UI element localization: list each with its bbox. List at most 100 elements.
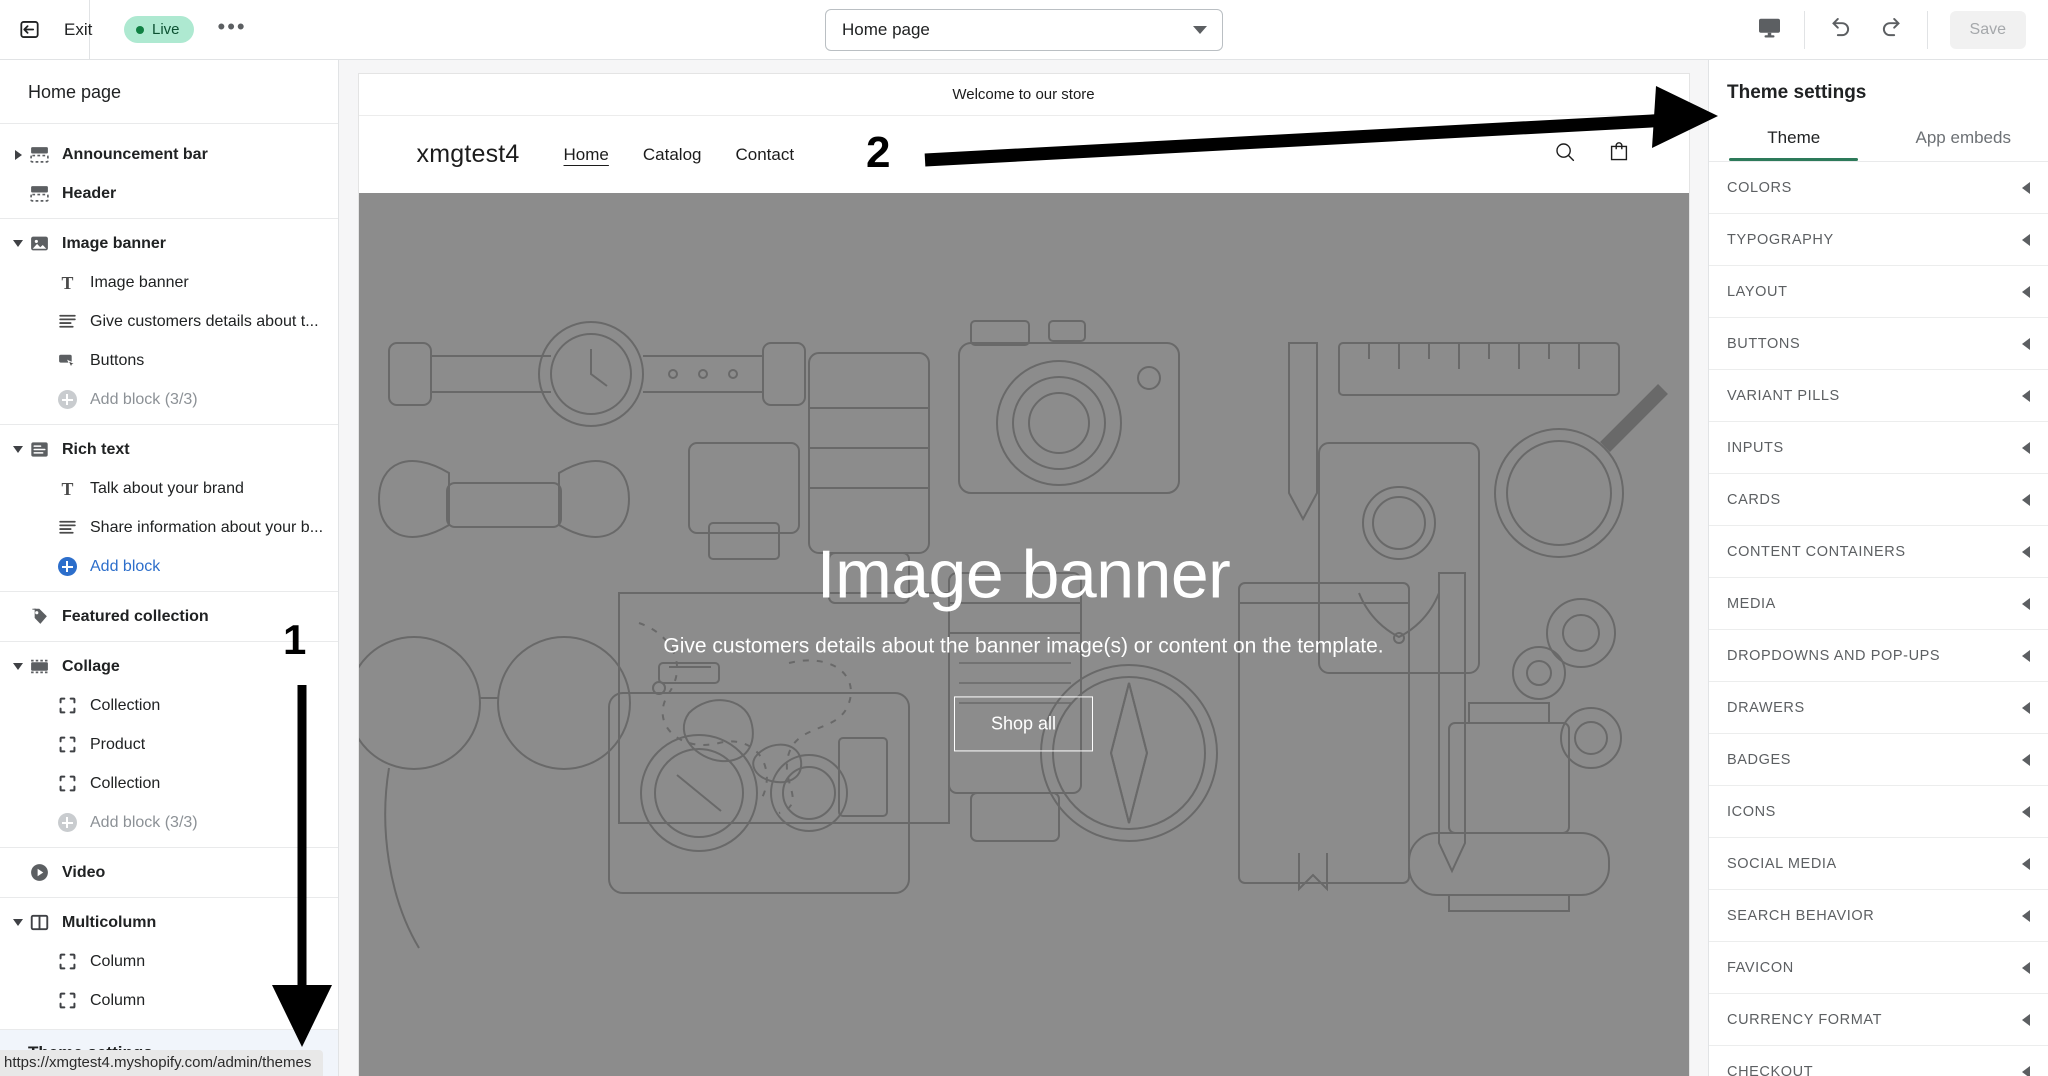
banner-subheading[interactable]: Give customers details about the banner … <box>663 634 1383 658</box>
sidebar-block-column[interactable]: Column <box>0 1020 338 1029</box>
theme-setting-badges[interactable]: BADGES <box>1709 734 2048 786</box>
redo-icon[interactable] <box>1879 14 1905 45</box>
theme-setting-label: CONTENT CONTAINERS <box>1727 543 1906 560</box>
theme-setting-buttons[interactable]: BUTTONS <box>1709 318 2048 370</box>
chevron-left-icon[interactable] <box>2022 389 2030 402</box>
chevron-left-icon[interactable] <box>2022 233 2030 246</box>
chevron-left-icon[interactable] <box>2022 961 2030 974</box>
theme-setting-label: BADGES <box>1727 751 1792 768</box>
announcement-bar[interactable]: Welcome to our store <box>358 74 1689 116</box>
storefront-nav-link-home[interactable]: Home <box>564 145 609 165</box>
sidebar-section-label: Collage <box>62 657 120 675</box>
tab-theme[interactable]: Theme <box>1709 122 1879 161</box>
sidebar-section-featured-collection[interactable]: Featured collection <box>0 597 338 636</box>
sidebar-block-label: Collection <box>90 774 161 792</box>
theme-setting-content-containers[interactable]: CONTENT CONTAINERS <box>1709 526 2048 578</box>
sidebar-block-talk-about-your-brand[interactable]: T Talk about your brand <box>0 469 338 508</box>
theme-setting-variant-pills[interactable]: VARIANT PILLS <box>1709 370 2048 422</box>
chevron-left-icon[interactable] <box>2022 1065 2030 1076</box>
theme-setting-inputs[interactable]: INPUTS <box>1709 422 2048 474</box>
chevron-left-icon[interactable] <box>2022 649 2030 662</box>
theme-setting-label: SOCIAL MEDIA <box>1727 855 1837 872</box>
storefront-nav-link-contact[interactable]: Contact <box>736 145 795 165</box>
theme-setting-colors[interactable]: COLORS <box>1709 162 2048 214</box>
page-selector[interactable]: Home page <box>825 9 1223 51</box>
theme-setting-currency-format[interactable]: CURRENCY FORMAT <box>1709 994 2048 1046</box>
sidebar-section-multicolumn[interactable]: Multicolumn <box>0 903 338 942</box>
exit-button[interactable]: Exit <box>0 0 92 60</box>
search-icon[interactable] <box>1553 140 1577 169</box>
image-banner-section[interactable]: Image banner Give customers details abou… <box>358 193 1689 1076</box>
theme-setting-layout[interactable]: LAYOUT <box>1709 266 2048 318</box>
add-block-button[interactable]: Add block (3/3) <box>0 803 338 842</box>
sidebar-section-image-banner[interactable]: Image banner <box>0 224 338 263</box>
chevron-down-icon[interactable] <box>10 446 26 453</box>
theme-setting-drawers[interactable]: DRAWERS <box>1709 682 2048 734</box>
chevron-left-icon[interactable] <box>2022 857 2030 870</box>
sidebar-section-label: Featured collection <box>62 607 209 625</box>
chevron-left-icon[interactable] <box>2022 909 2030 922</box>
theme-setting-search-behavior[interactable]: SEARCH BEHAVIOR <box>1709 890 2048 942</box>
theme-setting-dropdowns-and-pop-ups[interactable]: DROPDOWNS AND POP-UPS <box>1709 630 2048 682</box>
chevron-left-icon[interactable] <box>2022 597 2030 610</box>
sidebar-section-rich-text[interactable]: Rich text <box>0 430 338 469</box>
storefront-nav-link-catalog[interactable]: Catalog <box>643 145 702 165</box>
status-badge[interactable]: Live <box>124 16 194 43</box>
chevron-left-icon[interactable] <box>2022 337 2030 350</box>
banner-heading[interactable]: Image banner <box>817 538 1231 610</box>
theme-setting-social-media[interactable]: SOCIAL MEDIA <box>1709 838 2048 890</box>
chevron-left-icon[interactable] <box>2022 701 2030 714</box>
chevron-right-icon[interactable] <box>10 149 26 160</box>
sidebar-section-header[interactable]: Header <box>0 174 338 213</box>
store-logo[interactable]: xmgtest4 <box>417 140 520 169</box>
tab-app-embeds[interactable]: App embeds <box>1879 122 2048 161</box>
chevron-left-icon[interactable] <box>2022 441 2030 454</box>
theme-settings-section-list[interactable]: COLORS TYPOGRAPHY LAYOUT BUTTONS VARIANT PIL… <box>1709 161 2048 1076</box>
storefront-preview[interactable]: Welcome to our store xmgtest4 Home Catalo… <box>358 74 1689 1076</box>
chevron-left-icon[interactable] <box>2022 493 2030 506</box>
theme-settings-panel: Theme settings Theme App embeds COLORS TYP… <box>1708 60 2048 1076</box>
sidebar-block-buttons[interactable]: Buttons <box>0 341 338 380</box>
chevron-down-icon[interactable] <box>10 919 26 926</box>
undo-icon[interactable] <box>1827 14 1853 45</box>
theme-setting-icons[interactable]: ICONS <box>1709 786 2048 838</box>
sidebar-block-column[interactable]: Column <box>0 981 338 1020</box>
desktop-preview-icon[interactable] <box>1757 15 1782 45</box>
sidebar-section-label: Video <box>62 863 106 881</box>
theme-setting-typography[interactable]: TYPOGRAPHY <box>1709 214 2048 266</box>
sidebar-block-column[interactable]: Column <box>0 942 338 981</box>
theme-setting-favicon[interactable]: FAVICON <box>1709 942 2048 994</box>
chevron-left-icon[interactable] <box>2022 545 2030 558</box>
chevron-down-icon[interactable] <box>10 663 26 670</box>
top-toolbar-right: Save <box>1735 0 2048 60</box>
sidebar-block-image-banner[interactable]: T Image banner <box>0 263 338 302</box>
sidebar-section-collage[interactable]: Collage <box>0 647 338 686</box>
add-block-button[interactable]: Add block <box>0 547 338 586</box>
theme-setting-checkout[interactable]: CHECKOUT <box>1709 1046 2048 1076</box>
add-block-button[interactable]: Add block (3/3) <box>0 380 338 419</box>
more-actions-button[interactable]: ••• <box>212 15 253 44</box>
cart-icon[interactable] <box>1607 140 1631 169</box>
sidebar-section-video[interactable]: Video <box>0 853 338 892</box>
chevron-left-icon[interactable] <box>2022 181 2030 194</box>
theme-setting-cards[interactable]: CARDS <box>1709 474 2048 526</box>
save-button[interactable]: Save <box>1949 10 2026 49</box>
sidebar-block-collection[interactable]: Collection <box>0 686 338 725</box>
chevron-left-icon[interactable] <box>2022 285 2030 298</box>
chevron-left-icon[interactable] <box>2022 1013 2030 1026</box>
sidebar-section-list[interactable]: Announcement bar Header Image banner T Image… <box>0 124 338 1029</box>
browser-status-url: https://xmgtest4.myshopify.com/admin/the… <box>0 1050 324 1076</box>
chevron-left-icon[interactable] <box>2022 753 2030 766</box>
sidebar-block-collection[interactable]: Collection <box>0 764 338 803</box>
sections-sidebar: Home page Announcement bar Header Image ba… <box>0 60 339 1076</box>
theme-settings-title: Theme settings <box>1727 82 1867 103</box>
sidebar-block-share-information-about-your-b[interactable]: Share information about your b... <box>0 508 338 547</box>
sidebar-block-label: Column <box>90 991 146 1009</box>
sidebar-block-product[interactable]: Product <box>0 725 338 764</box>
theme-setting-media[interactable]: MEDIA <box>1709 578 2048 630</box>
sidebar-section-announcement-bar[interactable]: Announcement bar <box>0 135 338 174</box>
banner-shop-all-button[interactable]: Shop all <box>953 696 1094 752</box>
chevron-left-icon[interactable] <box>2022 805 2030 818</box>
sidebar-block-give-customers-details-about-t[interactable]: Give customers details about t... <box>0 302 338 341</box>
chevron-down-icon[interactable] <box>10 240 26 247</box>
